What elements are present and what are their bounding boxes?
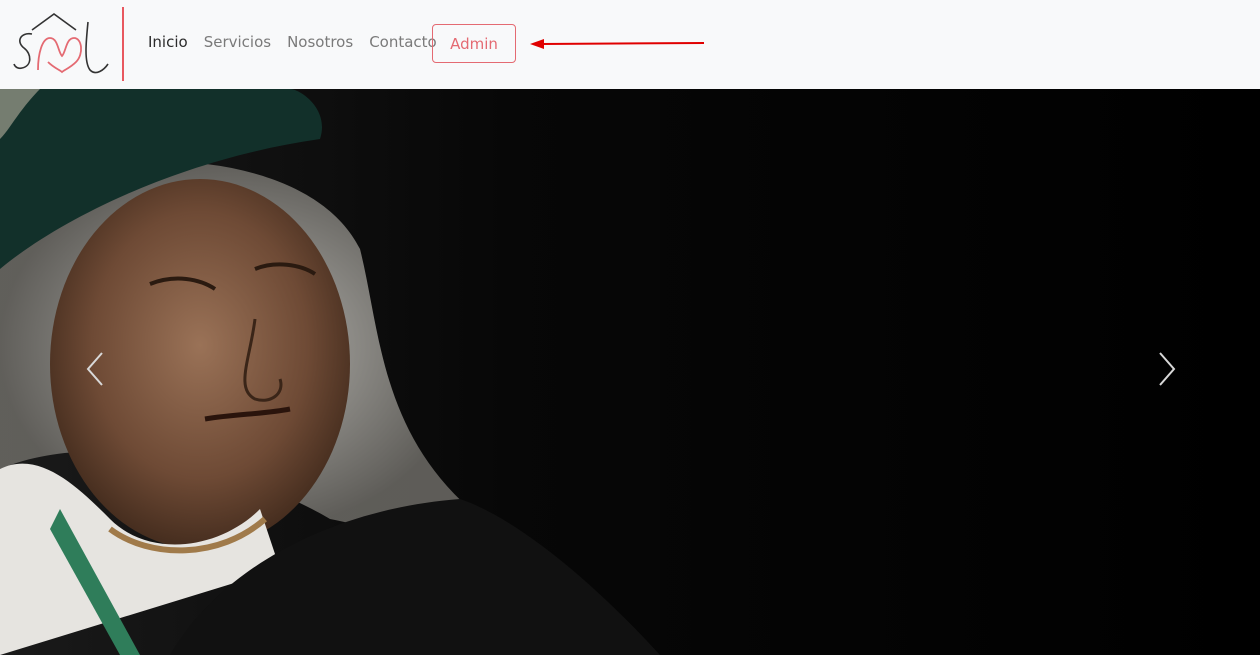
sml-logo[interactable] bbox=[12, 12, 112, 76]
nav-link-nosotros[interactable]: Nosotros bbox=[287, 33, 353, 51]
nav-link-inicio[interactable]: Inicio bbox=[148, 33, 188, 51]
chevron-right-icon[interactable] bbox=[1152, 351, 1182, 387]
nav-links: Inicio Servicios Nosotros Contacto bbox=[148, 33, 453, 51]
admin-button[interactable]: Admin bbox=[432, 24, 516, 63]
chevron-left-icon[interactable] bbox=[80, 351, 110, 387]
hero-image bbox=[0, 89, 1260, 655]
hero-carousel bbox=[0, 89, 1260, 655]
navbar-divider bbox=[122, 7, 124, 81]
navbar: Inicio Servicios Nosotros Contacto Admin bbox=[0, 0, 1260, 89]
annotation-arrow-icon bbox=[530, 39, 705, 49]
nav-link-servicios[interactable]: Servicios bbox=[204, 33, 271, 51]
nav-link-contacto[interactable]: Contacto bbox=[369, 33, 437, 51]
